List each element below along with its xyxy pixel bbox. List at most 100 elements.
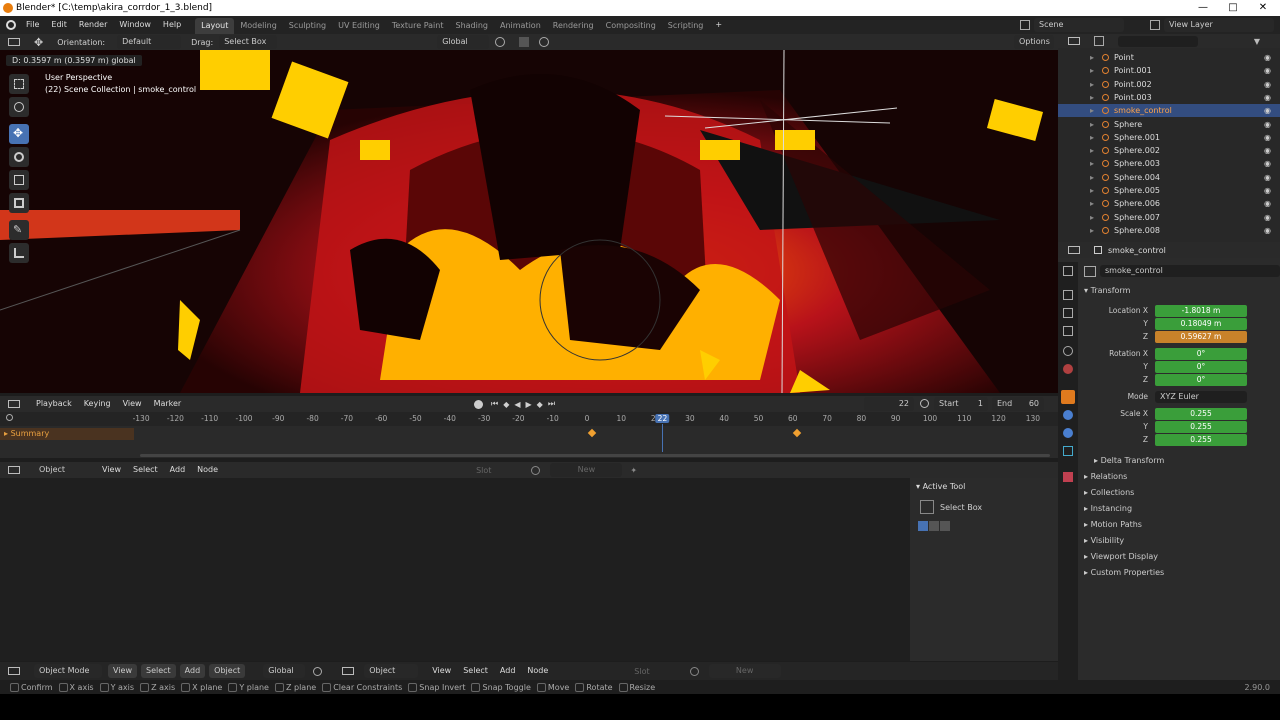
node-menu-select[interactable]: Select (127, 462, 164, 478)
editor-type-icon[interactable] (8, 38, 20, 46)
modifier-tab-icon[interactable] (1063, 410, 1073, 420)
pin-icon[interactable]: ✦ (630, 466, 637, 475)
bottom-new-button[interactable]: New (708, 664, 781, 678)
jump-start-icon[interactable]: ⏮ (491, 399, 498, 409)
orientation-dropdown[interactable]: Default (117, 35, 182, 49)
view-layer-tab-icon[interactable] (1063, 326, 1073, 336)
scale-tool[interactable] (9, 170, 29, 190)
play-reverse-icon[interactable]: ◀ (514, 400, 520, 409)
expand-arrow-icon[interactable]: ▸ (1090, 184, 1094, 197)
visibility-eye-icon[interactable]: ◉ (1264, 51, 1271, 64)
bottom-editor-menu-view[interactable]: View (426, 662, 457, 680)
expand-arrow-icon[interactable]: ▸ (1090, 144, 1094, 157)
clock-icon[interactable] (920, 399, 929, 408)
expand-arrow-icon[interactable]: ▸ (1090, 91, 1094, 104)
outliner-search[interactable] (1118, 35, 1198, 47)
node-editor-icon[interactable] (8, 466, 20, 474)
outliner-item[interactable]: ▸ Sphere ◉ (1058, 118, 1280, 131)
bottom-transform-space[interactable]: Global (263, 664, 306, 678)
location-x-field[interactable]: -1.8018 m (1155, 305, 1247, 317)
visibility-eye-icon[interactable]: ◉ (1264, 211, 1271, 224)
node-menu-view[interactable]: View (96, 462, 127, 478)
active-tool-row[interactable]: Select Box (920, 500, 982, 514)
panel-collections[interactable]: ▸ Collections (1084, 488, 1134, 497)
move-tool-icon[interactable]: ✥ (34, 36, 43, 49)
menu-edit[interactable]: Edit (45, 16, 73, 34)
outliner-item[interactable]: ▸ Point ◉ (1058, 51, 1280, 64)
menu-window[interactable]: Window (113, 16, 157, 34)
cursor-tool[interactable] (9, 97, 29, 117)
scale-y-field[interactable]: 0.255 (1155, 421, 1247, 433)
bottom-menu-view[interactable]: View (108, 664, 137, 678)
node-menu-add[interactable]: Add (164, 462, 192, 478)
summary-row[interactable]: ▸ Summary (0, 428, 134, 440)
expand-arrow-icon[interactable]: ▸ (1090, 118, 1094, 131)
panel-visibility[interactable]: ▸ Visibility (1084, 536, 1124, 545)
object-tab-icon[interactable] (1061, 390, 1075, 404)
rotation-z-field[interactable]: 0° (1155, 374, 1247, 386)
bottom-editor-menu-add[interactable]: Add (494, 662, 522, 680)
tool-tab-icon[interactable] (1063, 266, 1073, 276)
minimize-button[interactable]: — (1188, 0, 1218, 16)
timeline-editor-icon[interactable] (8, 400, 20, 408)
bottom-slot-label[interactable]: Slot (634, 667, 649, 676)
timeline-menu-playback[interactable]: Playback (30, 396, 78, 412)
panel-relations[interactable]: ▸ Relations (1084, 472, 1127, 481)
next-keyframe-icon[interactable]: ◆ (537, 400, 543, 409)
timeline-menu-keying[interactable]: Keying (78, 396, 117, 412)
bottom-editor-icon[interactable] (8, 667, 20, 675)
filter-icon[interactable]: ▼ (1254, 37, 1260, 46)
visibility-eye-icon[interactable]: ◉ (1264, 64, 1271, 77)
material-icon[interactable] (531, 465, 541, 475)
menu-help[interactable]: Help (157, 16, 187, 34)
rotate-tool[interactable] (9, 147, 29, 167)
rotation-mode-dropdown[interactable]: XYZ Euler (1155, 391, 1247, 403)
bottom-link-icon[interactable] (313, 666, 323, 676)
expand-arrow-icon[interactable]: ▸ (1090, 64, 1094, 77)
select-subtract-icon[interactable] (940, 521, 950, 531)
output-tab-icon[interactable] (1063, 308, 1073, 318)
panel-viewport-display[interactable]: ▸ Viewport Display (1084, 552, 1158, 561)
tab-compositing[interactable]: Compositing (600, 18, 662, 34)
expand-arrow-icon[interactable]: ▸ (1090, 51, 1094, 64)
snap-icon[interactable] (519, 37, 530, 47)
tab-rendering[interactable]: Rendering (547, 18, 600, 34)
pivot-icon[interactable] (495, 37, 506, 47)
visibility-eye-icon[interactable]: ◉ (1264, 184, 1271, 197)
current-frame-field[interactable]: 22 (864, 397, 914, 411)
outliner-item[interactable]: ▸ Sphere.005 ◉ (1058, 184, 1280, 197)
outliner-item[interactable]: ▸ Sphere.006 ◉ (1058, 197, 1280, 210)
bottom-editor-menu-node[interactable]: Node (521, 662, 554, 680)
node-menu-node[interactable]: Node (191, 462, 224, 478)
options-dropdown[interactable]: Options (1014, 35, 1054, 49)
physics-tab-icon[interactable] (1063, 446, 1073, 456)
outliner-item[interactable]: ▸ Sphere.003 ◉ (1058, 157, 1280, 170)
rotation-y-field[interactable]: 0° (1155, 361, 1247, 373)
visibility-eye-icon[interactable]: ◉ (1264, 91, 1271, 104)
tab-sculpting[interactable]: Sculpting (283, 18, 332, 34)
proportional-icon[interactable] (539, 37, 550, 47)
location-y-field[interactable]: 0.18049 m (1155, 318, 1247, 330)
jump-end-icon[interactable]: ⏭ (548, 399, 555, 409)
move-tool[interactable]: ✥ (9, 124, 29, 144)
particles-tab-icon[interactable] (1063, 428, 1073, 438)
bottom-node-editor-icon[interactable] (342, 667, 355, 675)
annotate-tool[interactable]: ✎ (9, 220, 29, 240)
bottom-object-dropdown[interactable]: Object (364, 664, 419, 678)
constraints-tab-icon[interactable] (1063, 472, 1073, 482)
outliner-item[interactable]: ▸ Sphere.001 ◉ (1058, 131, 1280, 144)
panel-custom-properties[interactable]: ▸ Custom Properties (1084, 568, 1164, 577)
properties-editor-icon[interactable] (1068, 246, 1080, 254)
active-tool-header[interactable]: ▾ Active Tool (916, 482, 965, 491)
menu-file[interactable]: File (20, 16, 45, 34)
visibility-eye-icon[interactable]: ◉ (1264, 157, 1271, 170)
expand-arrow-icon[interactable]: ▸ (1090, 197, 1094, 210)
close-button[interactable]: ✕ (1248, 0, 1278, 16)
drag-dropdown[interactable]: Select Box (219, 35, 278, 49)
select-new-icon[interactable] (918, 521, 928, 531)
transform-tool[interactable] (9, 193, 29, 213)
bottom-menu-object[interactable]: Object (209, 664, 246, 678)
location-z-field[interactable]: 0.59627 m (1155, 331, 1247, 343)
render-tab-icon[interactable] (1063, 290, 1073, 300)
select-tool[interactable] (9, 74, 29, 94)
